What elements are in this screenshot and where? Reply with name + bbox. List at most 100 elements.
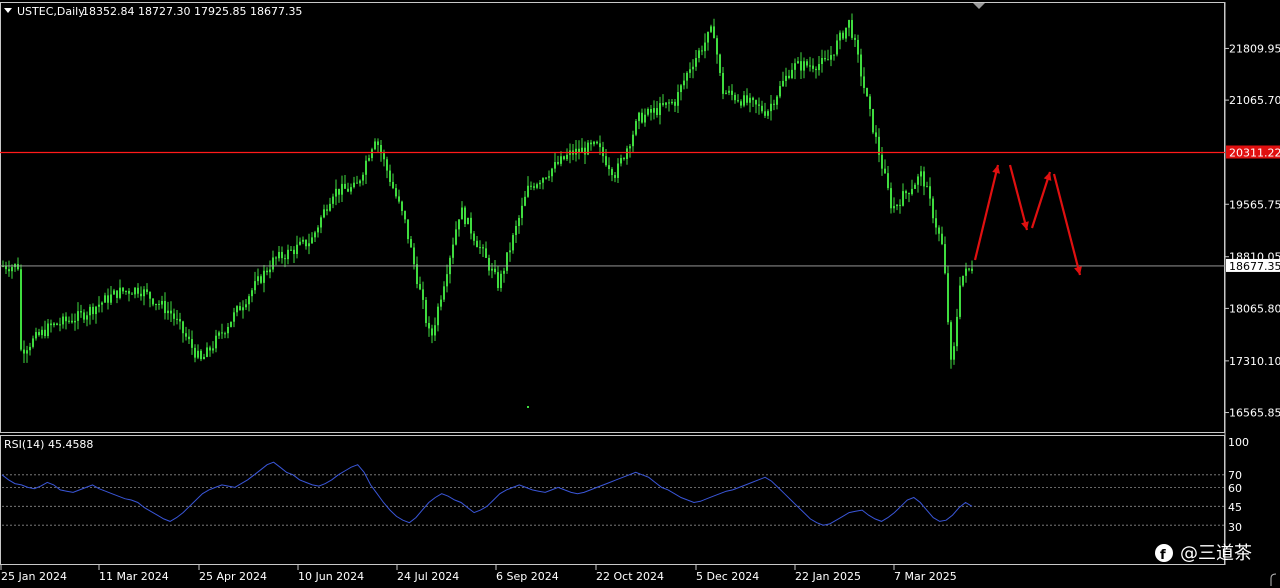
- candle-body: [122, 287, 124, 292]
- candle-body: [194, 347, 196, 358]
- candle-body: [599, 143, 601, 148]
- time-tick-label: 6 Sep 2024: [496, 570, 559, 583]
- candle-body: [392, 181, 394, 189]
- candle-body: [143, 289, 145, 297]
- candle-body: [863, 76, 865, 88]
- candle-body: [674, 101, 676, 106]
- candle-body: [149, 291, 151, 299]
- candle-body: [239, 306, 241, 311]
- candle-body: [368, 158, 370, 161]
- candle-body: [785, 75, 787, 81]
- candle-body: [242, 307, 244, 311]
- candle-body: [899, 204, 901, 206]
- candle-body: [53, 323, 55, 326]
- candle-body: [851, 20, 853, 38]
- candle-body: [533, 186, 535, 188]
- candle-body: [347, 188, 349, 192]
- candle-body: [83, 312, 85, 320]
- candle-body: [470, 217, 472, 234]
- candle-body: [965, 268, 967, 276]
- candle-body: [167, 310, 169, 314]
- candle-body: [689, 69, 691, 73]
- watermark-text: @三道茶: [1180, 543, 1252, 564]
- chart-background: [0, 0, 1280, 588]
- time-tick-label: 10 Jun 2024: [298, 570, 364, 583]
- candle-body: [647, 108, 649, 115]
- candle-body: [29, 346, 31, 351]
- candle-body: [116, 290, 118, 298]
- candle-body: [245, 304, 247, 308]
- candle-body: [554, 162, 556, 169]
- candle-body: [728, 90, 730, 93]
- candle-body: [476, 240, 478, 248]
- candle-body: [344, 183, 346, 189]
- candle-body: [104, 295, 106, 303]
- candle-body: [170, 310, 172, 314]
- candle-body: [356, 182, 358, 184]
- candle-body: [80, 311, 82, 313]
- candle-body: [503, 270, 505, 274]
- candle-body: [26, 350, 28, 354]
- candle-body: [860, 54, 862, 77]
- candle-body: [152, 298, 154, 305]
- candle-body: [38, 332, 40, 336]
- candle-body: [425, 299, 427, 324]
- rsi-axis-100: 100: [1228, 436, 1249, 449]
- candle-body: [299, 241, 301, 245]
- candle-body: [827, 59, 829, 61]
- candle-body: [308, 243, 310, 247]
- candle-body: [89, 306, 91, 316]
- candle-body: [443, 286, 445, 300]
- candle-body: [377, 141, 379, 146]
- candle-body: [731, 90, 733, 95]
- candle-body: [635, 121, 637, 135]
- candle-body: [764, 111, 766, 116]
- candle-body: [467, 217, 469, 225]
- candle-body: [329, 203, 331, 211]
- candle-body: [386, 159, 388, 171]
- symbol-label: USTEC,Daily: [17, 5, 85, 18]
- candle-body: [419, 284, 421, 290]
- candle-body: [800, 61, 802, 71]
- candle-body: [374, 141, 376, 150]
- candle-body: [182, 321, 184, 334]
- time-tick-label: 25 Jan 2024: [1, 570, 67, 583]
- candle-body: [575, 148, 577, 155]
- candle-body: [779, 86, 781, 97]
- candle-body: [737, 100, 739, 102]
- candle-body: [101, 302, 103, 305]
- candle-body: [14, 263, 16, 268]
- candle-body: [110, 294, 112, 303]
- candle-body: [830, 55, 832, 60]
- candle-body: [584, 147, 586, 155]
- candle-body: [848, 20, 850, 28]
- price-tick-label: 21065.70: [1229, 94, 1280, 107]
- candle-body: [788, 75, 790, 79]
- candle-body: [314, 232, 316, 238]
- candle-body: [620, 158, 622, 164]
- candle-body: [464, 207, 466, 225]
- candle-body: [227, 326, 229, 334]
- candle-body: [653, 108, 655, 113]
- candle-body: [455, 229, 457, 245]
- candle-body: [590, 142, 592, 145]
- candle-body: [950, 322, 952, 360]
- candle-body: [695, 58, 697, 67]
- candle-body: [560, 156, 562, 164]
- candle-body: [200, 350, 202, 360]
- candle-body: [530, 185, 532, 187]
- candle-body: [272, 257, 274, 270]
- candle-body: [614, 175, 616, 178]
- candle-body: [215, 335, 217, 349]
- candle-body: [350, 187, 352, 192]
- chart-root: USTEC,Daily 18352.84 18727.30 17925.85 1…: [0, 0, 1280, 588]
- candle-body: [197, 350, 199, 358]
- candle-body: [413, 247, 415, 265]
- candle-body: [596, 141, 598, 144]
- candle-body: [917, 176, 919, 185]
- candle-body: [836, 40, 838, 55]
- candle-body: [740, 101, 742, 106]
- candle-body: [518, 217, 520, 226]
- candle-body: [602, 147, 604, 157]
- candle-body: [908, 193, 910, 195]
